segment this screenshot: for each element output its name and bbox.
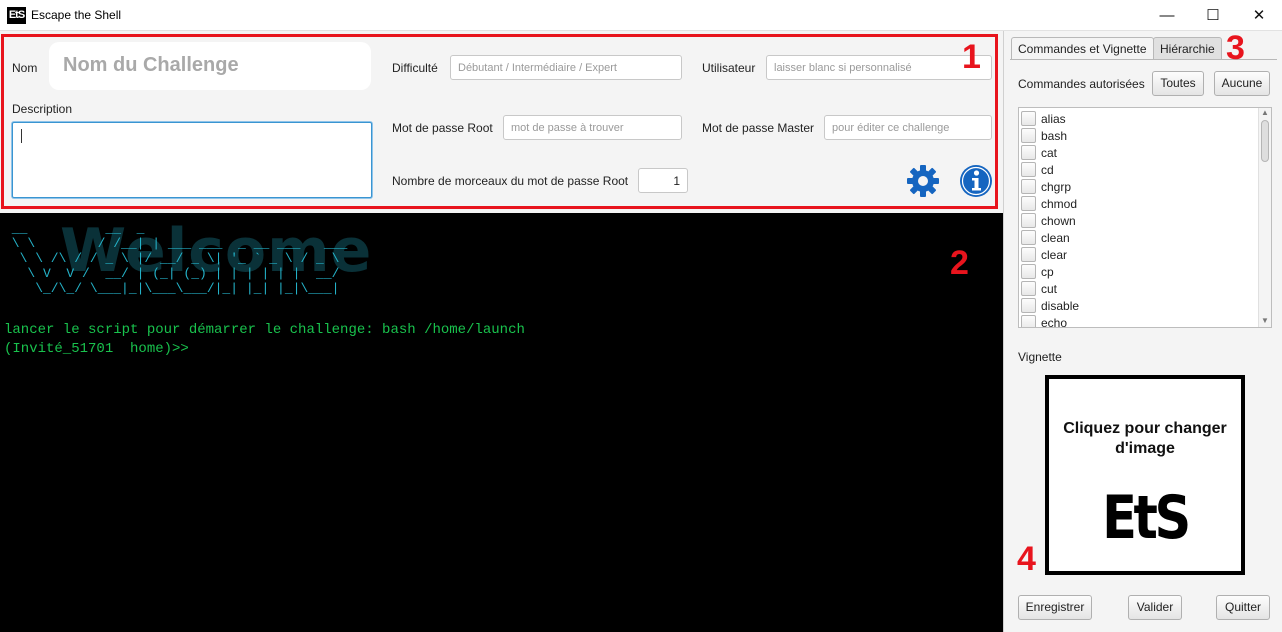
commands-label: Commandes autorisées <box>1018 77 1145 91</box>
command-checkbox[interactable] <box>1021 213 1036 228</box>
annotation-number-2: 2 <box>950 244 969 282</box>
tab-commandes-vignette[interactable]: Commandes et Vignette <box>1011 37 1154 60</box>
command-label: clear <box>1041 248 1068 262</box>
command-checkbox[interactable] <box>1021 179 1036 194</box>
command-label: chgrp <box>1041 180 1072 194</box>
command-label: chmod <box>1041 197 1078 211</box>
command-checkbox[interactable] <box>1021 128 1036 143</box>
command-item[interactable]: cp <box>1019 263 1257 280</box>
command-label: cd <box>1041 163 1054 177</box>
command-label: chown <box>1041 214 1076 228</box>
command-checkbox[interactable] <box>1021 111 1036 126</box>
command-label: clean <box>1041 231 1070 245</box>
command-item[interactable]: echo <box>1019 314 1257 328</box>
close-button[interactable]: ✕ <box>1236 0 1282 31</box>
command-item[interactable]: chgrp <box>1019 178 1257 195</box>
scroll-up-arrow-icon[interactable]: ▲ <box>1261 108 1269 117</box>
command-label: alias <box>1041 112 1066 126</box>
maximize-button[interactable]: ☐ <box>1190 0 1236 31</box>
scroll-down-arrow-icon[interactable]: ▼ <box>1261 316 1269 325</box>
command-item[interactable]: clean <box>1019 229 1257 246</box>
title-bar: EtS Escape the Shell — ☐ ✕ <box>0 0 1282 31</box>
command-label: echo <box>1041 316 1068 328</box>
window-title: Escape the Shell <box>31 8 122 22</box>
commands-list[interactable]: alias bash cat cd chgrp chmod chown clean clear c… <box>1018 107 1272 328</box>
command-checkbox[interactable] <box>1021 264 1036 279</box>
command-checkbox[interactable] <box>1021 162 1036 177</box>
vignette-image[interactable]: Cliquez pour changer d'image EtS <box>1045 375 1245 575</box>
annotation-number-4: 4 <box>1017 540 1036 578</box>
command-label: cp <box>1041 265 1054 279</box>
command-item[interactable]: alias <box>1019 110 1257 127</box>
command-checkbox[interactable] <box>1021 196 1036 211</box>
command-label: cat <box>1041 146 1058 160</box>
command-label: bash <box>1041 129 1068 143</box>
command-checkbox[interactable] <box>1021 247 1036 262</box>
terminal-prompt: (Invité_51701 home)>> <box>4 341 189 357</box>
command-checkbox[interactable] <box>1021 281 1036 296</box>
vignette-label: Vignette <box>1018 350 1062 364</box>
tab-hierarchie[interactable]: Hiérarchie <box>1153 37 1222 60</box>
right-panel: Commandes et Vignette Hiérarchie 3 Comma… <box>1003 29 1282 632</box>
quit-button[interactable]: Quitter <box>1216 595 1270 620</box>
command-item[interactable]: chown <box>1019 212 1257 229</box>
command-item[interactable]: clear <box>1019 246 1257 263</box>
left-panel: Nom Nom du Challenge Description Difficu… <box>0 31 1003 632</box>
select-all-button[interactable]: Toutes <box>1152 71 1204 96</box>
terminal[interactable]: Welcome __ __ _ \ \ / /__| | ___ ___ _ _… <box>0 213 1003 632</box>
ascii-art-welcome: __ __ _ \ \ / /__| | ___ ___ _ __ ___ __… <box>11 221 348 296</box>
select-none-button[interactable]: Aucune <box>1214 71 1270 96</box>
vignette-prompt-text: Cliquez pour changer d'image <box>1063 420 1227 457</box>
command-item[interactable]: disable <box>1019 297 1257 314</box>
annotation-number-1: 1 <box>962 38 981 76</box>
annotation-box-1 <box>1 34 998 209</box>
command-item[interactable]: chmod <box>1019 195 1257 212</box>
command-checkbox[interactable] <box>1021 315 1036 327</box>
command-item[interactable]: cd <box>1019 161 1257 178</box>
annotation-number-3: 3 <box>1226 29 1245 67</box>
terminal-instruction-line: lancer le script pour démarrer le challe… <box>4 322 525 338</box>
commands-scrollbar[interactable]: ▲ ▼ <box>1258 108 1271 327</box>
challenge-form: Nom Nom du Challenge Description Difficu… <box>0 31 1003 213</box>
command-checkbox[interactable] <box>1021 230 1036 245</box>
command-checkbox[interactable] <box>1021 298 1036 313</box>
vignette-ets-logo: EtS <box>1102 483 1191 553</box>
app-logo-icon: EtS <box>7 7 26 24</box>
command-item[interactable]: cut <box>1019 280 1257 297</box>
command-checkbox[interactable] <box>1021 145 1036 160</box>
save-button[interactable]: Enregistrer <box>1018 595 1092 620</box>
command-item[interactable]: bash <box>1019 127 1257 144</box>
scrollbar-thumb[interactable] <box>1261 120 1269 162</box>
command-label: cut <box>1041 282 1058 296</box>
command-label: disable <box>1041 299 1080 313</box>
minimize-button[interactable]: — <box>1144 0 1190 31</box>
command-item[interactable]: cat <box>1019 144 1257 161</box>
validate-button[interactable]: Valider <box>1128 595 1182 620</box>
